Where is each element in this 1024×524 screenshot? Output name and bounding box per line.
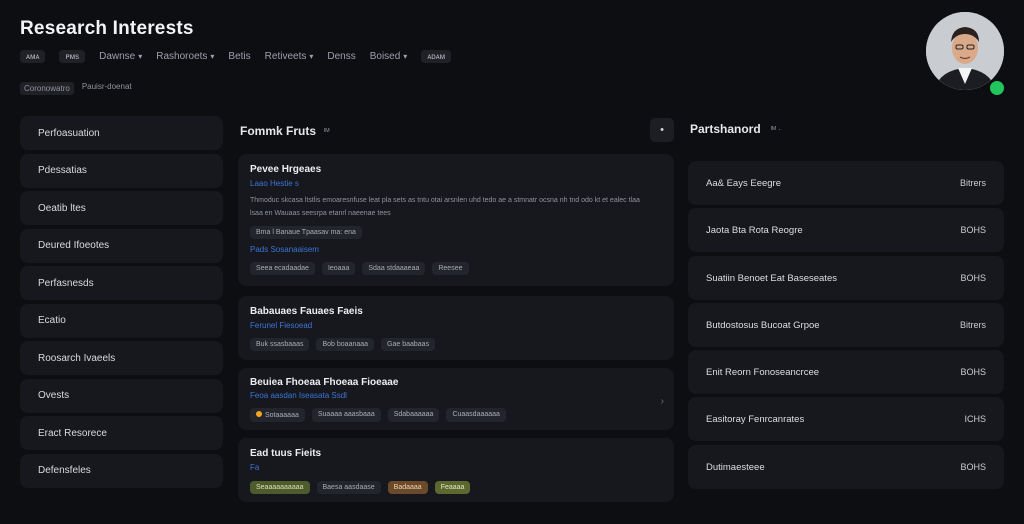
breadcrumb-label[interactable]: Pauisr-doenat bbox=[82, 82, 132, 95]
tag[interactable]: Sdabaaaaaa bbox=[387, 408, 440, 422]
more-button[interactable]: • bbox=[650, 118, 674, 142]
card-description: Thmoduc skcasa ltstlis emoaresnfuse leat… bbox=[250, 197, 640, 217]
meta-tag: Bma l Banaue Tpaasav ma: ena bbox=[250, 226, 362, 239]
status-dot-icon bbox=[256, 411, 262, 417]
sidebar-item[interactable]: Roosarch Ivaeels bbox=[20, 341, 223, 375]
online-status-icon bbox=[988, 79, 1006, 97]
sidebar-item[interactable]: Perfoasuation bbox=[20, 116, 223, 150]
avatar[interactable] bbox=[926, 12, 1004, 90]
chevron-down-icon: ▾ bbox=[138, 52, 143, 61]
right-header: Partshanord ᴵᴹ · bbox=[690, 122, 781, 136]
tag[interactable]: Buk ssasbaaas bbox=[250, 338, 310, 351]
card-link[interactable]: Laao Hestie s bbox=[250, 179, 299, 188]
right-list-item[interactable]: Easitoray Fenrcanrates ICHS bbox=[688, 397, 1004, 441]
card-title: Beuiea Fhoeaa Fhoeaa Fioeaae bbox=[250, 377, 399, 388]
tag[interactable]: Badaaaa bbox=[387, 481, 428, 494]
sidebar-item[interactable]: Ovests bbox=[20, 378, 223, 413]
tag[interactable]: Sdaa stdaaaeaa bbox=[362, 262, 426, 275]
card-link[interactable]: Fa bbox=[250, 463, 259, 472]
item-label: Butdostosus Bucoat Grpoe bbox=[706, 319, 820, 331]
tag[interactable]: Sotaaaaaa bbox=[250, 408, 305, 422]
card-title: Babauaes Fauaes Faeis bbox=[250, 306, 363, 317]
tag[interactable]: Seea ecadaadae bbox=[250, 262, 315, 275]
item-value: BOHS bbox=[960, 225, 986, 235]
tag[interactable]: Bob boaanaaa bbox=[316, 338, 375, 351]
item-value: Bitrers bbox=[959, 320, 986, 330]
result-card[interactable]: Pevee Hrgeaes Laao Hestie s Thmoduc skca… bbox=[238, 154, 674, 286]
section-subtitle: ᴵᴹ · bbox=[770, 124, 781, 134]
user-photo-icon bbox=[926, 12, 1004, 90]
nav-item[interactable]: Denss bbox=[327, 51, 355, 62]
item-label: Aa& Eays Eeegre bbox=[706, 177, 781, 189]
result-card[interactable]: Babauaes Fauaes Faeis Ferunel Fiesoead B… bbox=[238, 296, 674, 360]
right-list-item[interactable]: Suatiin Benoet Eat Baseseates BOHS bbox=[688, 256, 1004, 300]
sidebar-item[interactable]: Oeatib ltes bbox=[20, 191, 223, 225]
right-list-item[interactable]: Enit Reorn Fonoseancrcee BOHS bbox=[688, 350, 1004, 394]
sidebar-item[interactable]: Pdessatias bbox=[20, 153, 223, 188]
page-title: Research Interests bbox=[20, 18, 194, 39]
tag-list: Seaaaaaaaaaa Baesa aasdaase Badaaaa Feaa… bbox=[250, 481, 471, 494]
card-link[interactable]: Ferunel Fiesoead bbox=[250, 321, 312, 330]
tag[interactable]: Cuaasdaaaaaa bbox=[446, 408, 506, 422]
breadcrumb: Coronowatro Pauisr-doenat bbox=[20, 82, 132, 95]
sidebar-item[interactable]: Perfasnesds bbox=[20, 266, 223, 300]
result-card[interactable]: Ead tuus Fieits Fa Seaaaaaaaaaa Baesa aa… bbox=[238, 438, 674, 502]
nav-chip[interactable]: ᴀᴍᴀ bbox=[20, 50, 46, 63]
nav-item[interactable]: Rashoroets ▾ bbox=[156, 51, 214, 62]
card-title: Ead tuus Fieits bbox=[250, 448, 322, 459]
result-card[interactable]: Beuiea Fhoeaa Fhoeaa Fioeaae Feoa aasdan… bbox=[238, 368, 674, 430]
nav-item[interactable]: Dawnse ▾ bbox=[99, 51, 142, 62]
right-list-item[interactable]: Aa& Eays Eeegre Bitrers bbox=[688, 161, 1004, 205]
tag[interactable]: Suaaaa aaasbaaa bbox=[311, 408, 381, 422]
item-label: Jaota Bta Rota Reogre bbox=[706, 224, 803, 236]
nav-item[interactable]: Boised ▾ bbox=[370, 51, 408, 62]
item-label: Enit Reorn Fonoseancrcee bbox=[706, 366, 820, 378]
nav-item[interactable]: Retiveets ▾ bbox=[265, 51, 314, 62]
sidebar-item[interactable]: Ecatio bbox=[20, 303, 223, 338]
nav-chip[interactable]: ᴀᴅᴀᴍ bbox=[421, 50, 452, 63]
section-subtitle: ᴵᴹ bbox=[324, 126, 330, 136]
card-link[interactable]: Pads Sosanaaisem bbox=[250, 245, 319, 254]
section-title: Fommk Fruts bbox=[240, 124, 317, 138]
nav-chip[interactable]: ᴘᴍs bbox=[59, 50, 86, 63]
breadcrumb-chip[interactable]: Coronowatro bbox=[20, 82, 74, 95]
item-value: BOHS bbox=[960, 273, 986, 283]
tag-list: Sotaaaaaa Suaaaa aaasbaaa Sdabaaaaaa Cua… bbox=[250, 408, 506, 422]
card-title: Pevee Hrgeaes bbox=[250, 164, 322, 175]
item-value: BOHS bbox=[960, 462, 986, 472]
right-list-item[interactable]: Dutimaesteee BOHS bbox=[688, 445, 1004, 489]
tag[interactable]: Ieoaaa bbox=[321, 262, 356, 275]
tag[interactable]: Baesa aasdaase bbox=[316, 481, 381, 494]
item-value: Bitrers bbox=[959, 178, 986, 188]
chevron-down-icon: ▾ bbox=[210, 52, 215, 61]
sidebar: Perfoasuation Pdessatias Oeatib ltes Deu… bbox=[20, 116, 223, 491]
tag-list: Buk ssasbaaas Bob boaanaaa Gae baabaas bbox=[250, 338, 436, 351]
nav-item[interactable]: Betis bbox=[228, 51, 250, 62]
sidebar-item[interactable]: Eract Resorece bbox=[20, 416, 223, 450]
chevron-right-icon[interactable]: › bbox=[661, 396, 664, 407]
tag[interactable]: Feaaaa bbox=[434, 481, 471, 494]
chevron-down-icon: ▾ bbox=[309, 52, 314, 61]
center-header: Fommk Fruts ᴵᴹ • bbox=[240, 118, 674, 142]
right-list-item[interactable]: Butdostosus Bucoat Grpoe Bitrers bbox=[688, 303, 1004, 347]
item-label: Easitoray Fenrcanrates bbox=[706, 413, 805, 425]
item-label: Dutimaesteee bbox=[706, 461, 765, 473]
item-label: Suatiin Benoet Eat Baseseates bbox=[706, 272, 837, 284]
tag[interactable]: Reesee bbox=[432, 262, 469, 275]
tag[interactable]: Gae baabaas bbox=[381, 338, 436, 351]
sidebar-item[interactable]: Defensfeles bbox=[20, 453, 223, 488]
item-value: ICHS bbox=[964, 414, 986, 424]
chevron-down-icon: ▾ bbox=[403, 52, 408, 61]
section-title: Partshanord bbox=[690, 122, 761, 136]
card-link[interactable]: Feoa aasdan Iseasata Ssdl bbox=[250, 391, 347, 400]
right-list-item[interactable]: Jaota Bta Rota Reogre BOHS bbox=[688, 208, 1004, 252]
meta-tags: Bma l Banaue Tpaasav ma: ena bbox=[250, 226, 362, 239]
tag[interactable]: Seaaaaaaaaaa bbox=[250, 481, 310, 494]
tag-list: Seea ecadaadae Ieoaaa Sdaa stdaaaeaa Ree… bbox=[250, 262, 469, 275]
sidebar-item[interactable]: Deured Ifoeotes bbox=[20, 228, 223, 263]
item-value: BOHS bbox=[960, 367, 986, 377]
top-nav: ᴀᴍᴀ ᴘᴍs Dawnse ▾ Rashoroets ▾ Betis Retive… bbox=[20, 50, 452, 63]
